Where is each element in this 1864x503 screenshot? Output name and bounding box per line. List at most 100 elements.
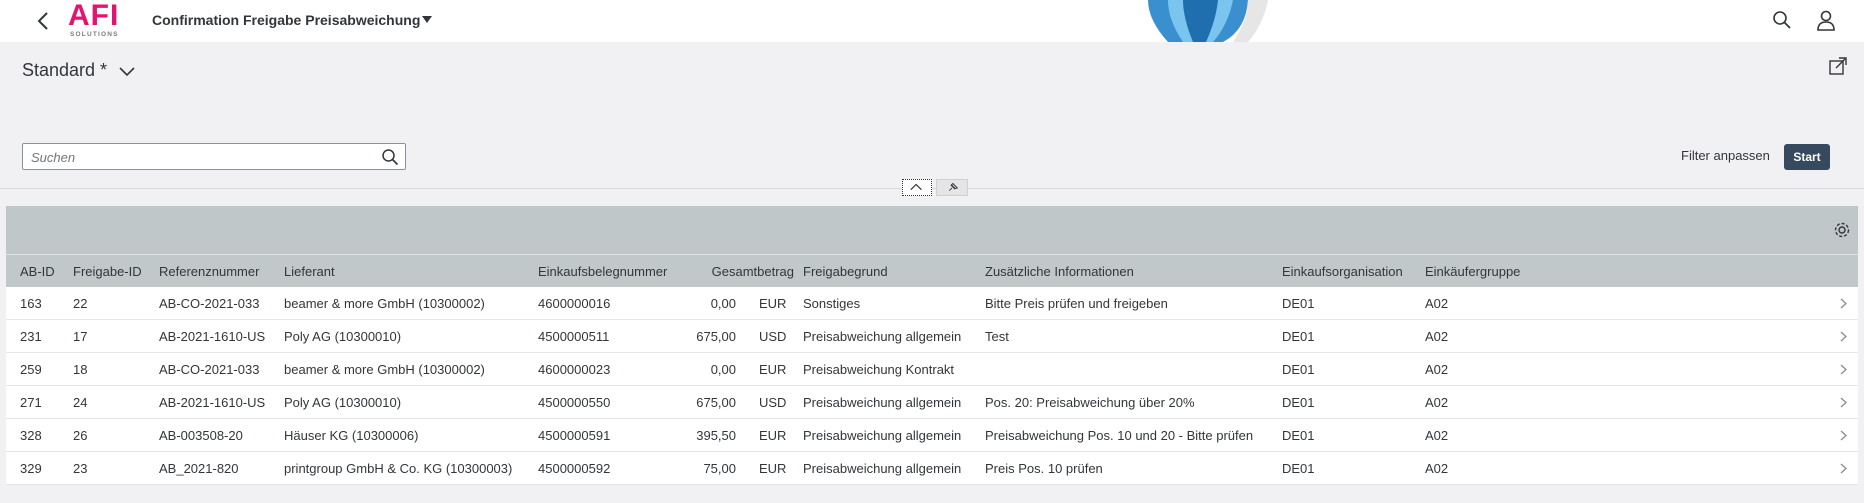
cell-waehrung: USD — [759, 395, 787, 410]
cell-org: DE01 — [1282, 329, 1315, 344]
caret-down-icon[interactable] — [422, 16, 432, 24]
cell-org: DE01 — [1282, 296, 1315, 311]
pin-header-button[interactable] — [936, 179, 968, 196]
results-table: AB-ID Freigabe-ID Referenznummer Liefera… — [6, 254, 1858, 485]
chevron-right-icon[interactable] — [1838, 330, 1848, 343]
cell-grund: Preisabweichung allgemein — [803, 395, 962, 410]
cell-lieferant: Poly AG (10300010) — [284, 329, 402, 344]
cell-beleg: 4600000023 — [538, 362, 611, 377]
table-row[interactable]: 231 17 AB-2021-1610-US Poly AG (10300010) 45… — [6, 320, 1858, 353]
chevron-down-icon[interactable] — [118, 66, 136, 78]
cell-waehrung: EUR — [759, 362, 787, 377]
table-body: 163 22 AB-CO-2021-033 beamer & more GmbH (1… — [6, 287, 1858, 485]
cell-waehrung: EUR — [759, 461, 787, 476]
user-icon[interactable] — [1816, 9, 1836, 31]
table-row[interactable]: 259 18 AB-CO-2021-033 beamer & more GmbH (1… — [6, 353, 1858, 386]
search-icon[interactable] — [381, 148, 399, 166]
cell-freigabe-id: 26 — [73, 428, 88, 443]
cell-lieferant: beamer & more GmbH (10300002) — [284, 296, 485, 311]
column-header[interactable]: AB-ID — [20, 255, 55, 288]
cell-freigabe-id: 22 — [73, 296, 88, 311]
cell-betrag: 0,00 — [710, 296, 736, 311]
cell-ab-id: 328 — [20, 428, 42, 443]
chevron-right-icon[interactable] — [1838, 462, 1848, 475]
column-header[interactable]: Einkaufsbelegnummer — [538, 255, 667, 288]
shell-bar: AFI SOLUTIONS Confirmation Freigabe Prei… — [0, 0, 1864, 42]
chevron-right-icon[interactable] — [1838, 429, 1848, 442]
cell-info: Bitte Preis prüfen und freigeben — [985, 296, 1168, 311]
start-button[interactable]: Start — [1784, 144, 1830, 170]
cell-betrag: 0,00 — [710, 362, 736, 377]
search-input[interactable] — [31, 148, 371, 166]
cell-grund: Preisabweichung allgemein — [803, 461, 962, 476]
cell-grund: Preisabweichung allgemein — [803, 428, 962, 443]
share-icon[interactable] — [1828, 56, 1848, 76]
cell-beleg: 4600000016 — [538, 296, 611, 311]
cell-info: Pos. 20: Preisabweichung über 20% — [985, 395, 1195, 410]
table-header: AB-ID Freigabe-ID Referenznummer Liefera… — [6, 254, 1858, 287]
cell-gruppe: A02 — [1425, 362, 1449, 377]
column-header[interactable]: Einkäufergruppe — [1425, 255, 1520, 288]
column-header[interactable]: Freigabe-ID — [73, 255, 142, 288]
table-row[interactable]: 328 26 AB-003508-20 Häuser KG (10300006) 450… — [6, 419, 1858, 452]
header-decoration-image — [1148, 0, 1268, 42]
cell-beleg: 4500000550 — [538, 395, 611, 410]
cell-gruppe: A02 — [1425, 395, 1449, 410]
cell-waehrung: USD — [759, 329, 787, 344]
cell-ab-id: 271 — [20, 395, 42, 410]
cell-gruppe: A02 — [1425, 428, 1449, 443]
cell-lieferant: beamer & more GmbH (10300002) — [284, 362, 485, 377]
collapse-header-button[interactable] — [902, 179, 932, 196]
column-header[interactable]: Gesamtbetrag — [706, 255, 794, 288]
cell-grund: Preisabweichung allgemein — [803, 329, 962, 344]
cell-lieferant: Poly AG (10300010) — [284, 395, 402, 410]
cell-ab-id: 329 — [20, 461, 42, 476]
cell-org: DE01 — [1282, 461, 1315, 476]
cell-ab-id: 231 — [20, 329, 42, 344]
search-icon[interactable] — [1772, 10, 1792, 30]
cell-waehrung: EUR — [759, 296, 787, 311]
cell-referenz: AB-003508-20 — [159, 428, 243, 443]
cell-info: Preisabweichung Pos. 10 und 20 - Bitte p… — [985, 428, 1254, 443]
cell-referenz: AB-CO-2021-033 — [159, 362, 260, 377]
chevron-right-icon[interactable] — [1838, 297, 1848, 310]
cell-org: DE01 — [1282, 428, 1315, 443]
table-row[interactable]: 271 24 AB-2021-1610-US Poly AG (10300010) 45… — [6, 386, 1858, 419]
cell-beleg: 4500000511 — [538, 329, 610, 344]
app-title[interactable]: Confirmation Freigabe Preisabweichung — [152, 12, 420, 28]
cell-info: Test — [985, 329, 1009, 344]
cell-gruppe: A02 — [1425, 296, 1449, 311]
pin-icon — [949, 182, 959, 191]
chevron-right-icon[interactable] — [1838, 396, 1848, 409]
column-header[interactable]: Einkaufsorganisation — [1282, 255, 1403, 288]
variant-title[interactable]: Standard * — [22, 60, 107, 81]
table-row[interactable]: 163 22 AB-CO-2021-033 beamer & more GmbH (1… — [6, 287, 1858, 320]
table-row[interactable]: 329 23 AB_2021-820 printgroup GmbH & Co. KG… — [6, 452, 1858, 485]
column-header[interactable]: Referenznummer — [159, 255, 259, 288]
cell-freigabe-id: 18 — [73, 362, 88, 377]
filter-adjust-link[interactable]: Filter anpassen — [1681, 148, 1770, 163]
cell-gruppe: A02 — [1425, 461, 1449, 476]
cell-grund: Preisabweichung Kontrakt — [803, 362, 955, 377]
column-header[interactable]: Freigabegrund — [803, 255, 888, 288]
column-header[interactable]: Lieferant — [284, 255, 335, 288]
collapse-icon — [910, 183, 922, 191]
cell-lieferant: Häuser KG (10300006) — [284, 428, 419, 443]
cell-referenz: AB-2021-1610-US — [159, 395, 266, 410]
cell-betrag: 675,00 — [696, 329, 736, 344]
gear-icon[interactable] — [1832, 220, 1852, 240]
cell-gruppe: A02 — [1425, 329, 1449, 344]
logo[interactable]: AFI SOLUTIONS — [68, 1, 134, 41]
cell-referenz: AB-CO-2021-033 — [159, 296, 260, 311]
cell-freigabe-id: 17 — [73, 329, 88, 344]
cell-betrag: 395,50 — [696, 428, 736, 443]
cell-beleg: 4500000592 — [538, 461, 611, 476]
chevron-right-icon[interactable] — [1838, 363, 1848, 376]
cell-ab-id: 163 — [20, 296, 42, 311]
cell-info: Preis Pos. 10 prüfen — [985, 461, 1103, 476]
column-header[interactable]: Zusätzliche Informationen — [985, 255, 1134, 288]
back-icon[interactable] — [34, 9, 54, 33]
logo-subtext: SOLUTIONS — [70, 31, 119, 38]
cell-grund: Sonstiges — [803, 296, 861, 311]
cell-betrag: 675,00 — [696, 395, 736, 410]
